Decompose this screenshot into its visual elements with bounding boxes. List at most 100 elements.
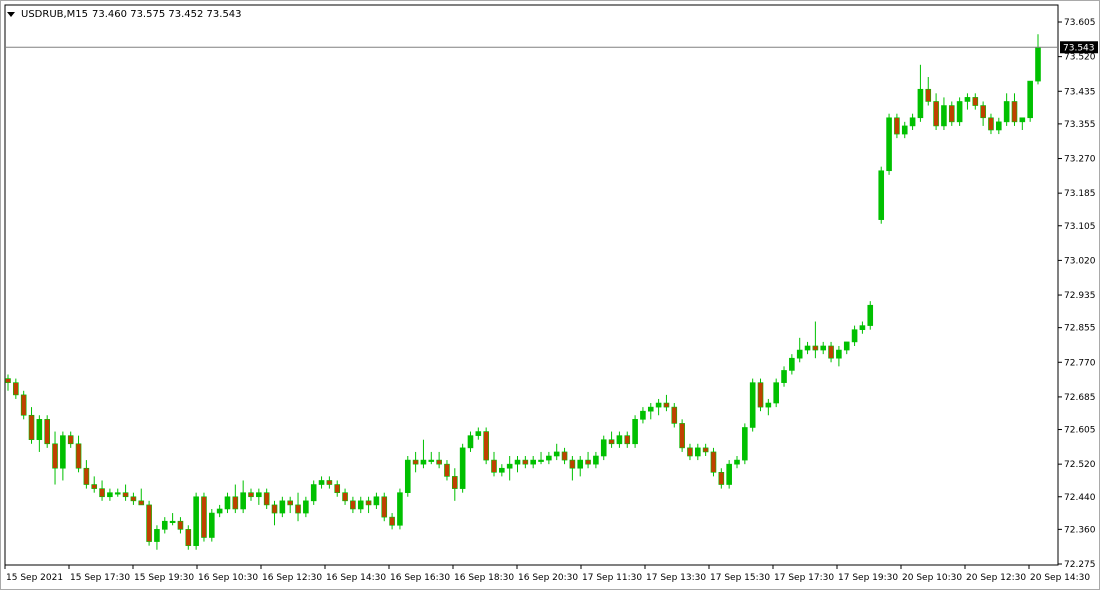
price-chart[interactable]: 73.543 73.60573.52073.43573.35573.27073.… [1, 1, 1100, 590]
candle-body-bull [593, 455, 599, 465]
candle-body-bull [749, 382, 756, 428]
candle-body-bear [287, 500, 293, 506]
y-tick-label: 73.605 [1064, 18, 1096, 28]
y-tick-label: 72.360 [1064, 525, 1096, 535]
candle-body-bear [122, 492, 129, 498]
candle-body-bull [1019, 117, 1026, 123]
candle-body-bear [52, 443, 58, 469]
candle-body-bull [616, 435, 623, 445]
candle-body-bull [60, 435, 66, 469]
x-tick-label: 16 Sep 10:30 [198, 573, 258, 583]
candle-body-bull [216, 508, 223, 514]
candle-body-bull [107, 492, 113, 498]
x-tick-label: 15 Sep 17:30 [70, 573, 130, 583]
candle-body-bull [553, 451, 560, 457]
candle-body-bear [271, 504, 278, 514]
candle-body-bear [138, 500, 145, 506]
y-tick-label: 73.020 [1064, 256, 1096, 266]
candle-body-bull [475, 431, 482, 436]
candle-body-bull [632, 419, 638, 445]
candle-body-bear [412, 459, 419, 465]
y-tick-label: 72.275 [1064, 560, 1096, 570]
candle-body-bull [357, 500, 364, 510]
dropdown-triangle-icon[interactable] [7, 12, 15, 17]
candle-body-bull [867, 304, 874, 326]
candle-body-bear [894, 117, 900, 135]
candle-body-bull [538, 459, 544, 462]
candle-body-bear [295, 504, 301, 514]
candle-body-bull [506, 463, 513, 469]
candle-body-bear [980, 105, 986, 119]
candle-body-bull [303, 500, 309, 514]
y-tick-label: 73.355 [1064, 120, 1096, 130]
candle-body-bull [956, 101, 963, 123]
x-tick-label: 17 Sep 15:30 [710, 573, 770, 583]
y-tick-label: 73.520 [1064, 53, 1096, 63]
candle-body-bull [917, 88, 924, 119]
plot-frame [4, 4, 1059, 566]
y-tick-label: 73.105 [1064, 222, 1096, 232]
candle-body-bull [796, 349, 803, 359]
y-tick-label: 72.935 [1064, 291, 1096, 301]
candle-body-bear [20, 394, 27, 416]
x-tick-label: 17 Sep 11:30 [582, 573, 642, 583]
x-tick-label: 16 Sep 18:30 [454, 573, 514, 583]
candle-body-bull [734, 459, 740, 465]
candle-body-bull [114, 492, 121, 495]
candle-body-bull [161, 520, 168, 530]
chart-window[interactable]: USDRUB,M15 73.460 73.575 73.452 73.543 7… [0, 0, 1100, 590]
candle-body-bear [436, 459, 442, 465]
candle-body-bull [404, 459, 411, 493]
candle-body-bull [655, 402, 662, 408]
candle-body-bear [569, 459, 576, 469]
candle-body-bear [232, 496, 239, 510]
time-axis: 15 Sep 2021 15 Sep 17:30 15 Sep 19:30 16 Se… [4, 565, 1090, 583]
candle-body-bear [365, 500, 372, 506]
candle-body-bull [577, 459, 584, 469]
candle-body-bull [36, 419, 43, 441]
y-tick-label: 72.685 [1064, 393, 1096, 403]
candle-body-bear [263, 492, 270, 506]
candle-body-bull [499, 467, 505, 473]
candle-body-bull [600, 439, 607, 457]
candles-layer [5, 34, 1041, 550]
candle-body-bull [193, 496, 199, 546]
candle-body-bear [828, 345, 834, 359]
candle-body-bear [608, 439, 615, 445]
candle-body-bear [91, 484, 98, 489]
candle-body-bear [201, 496, 207, 538]
candle-body-bear [702, 447, 709, 453]
candle-body-bull [695, 447, 701, 457]
candle-body-bear [444, 463, 450, 477]
candle-body-bull [843, 341, 850, 351]
candle-body-bull [742, 427, 748, 461]
candle-body-bear [948, 105, 955, 123]
candle-body-bear [130, 496, 137, 502]
y-tick-label: 72.770 [1064, 358, 1096, 368]
candle-body-bear [99, 488, 105, 498]
x-tick-label: 16 Sep 12:30 [262, 573, 322, 583]
candle-body-bull [318, 480, 325, 485]
candle-body-bull [373, 496, 380, 506]
candle-body-bear [5, 378, 11, 383]
candle-body-bull [726, 463, 732, 485]
candle-body-bear [326, 480, 333, 485]
candle-body-bear [185, 529, 192, 546]
candle-body-bear [381, 496, 388, 518]
current-price-line: 73.543 [5, 41, 1098, 54]
y-tick-label: 72.520 [1064, 460, 1096, 470]
candle-body-bear [710, 451, 717, 473]
plot-border [4, 4, 1059, 566]
candle-body-bull [996, 121, 1002, 131]
candle-body-bear [663, 402, 670, 408]
candle-body-bear [812, 345, 819, 351]
x-tick-label: 16 Sep 14:30 [326, 573, 386, 583]
y-tick-label: 73.185 [1064, 189, 1096, 199]
candle-body-bear [350, 500, 356, 510]
y-tick-label: 72.605 [1064, 426, 1096, 436]
candle-body-bear [67, 435, 74, 445]
candle-body-bear [679, 423, 685, 449]
candle-body-bull [964, 97, 971, 102]
candle-body-bull [467, 435, 474, 449]
candle-body-bear [585, 459, 591, 465]
